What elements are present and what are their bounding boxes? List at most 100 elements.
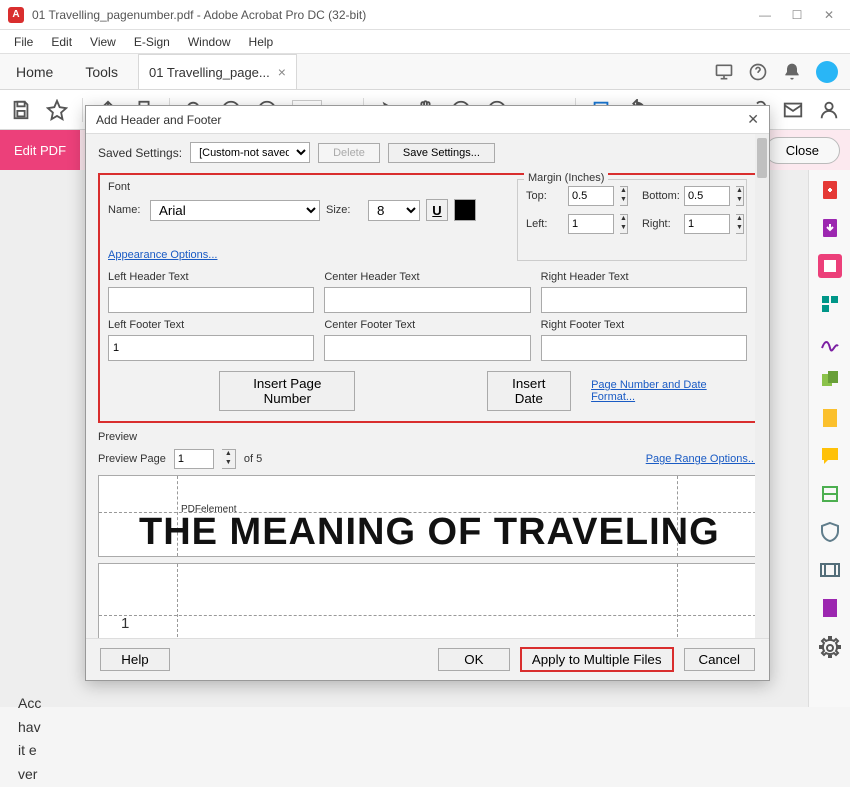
export-pdf-icon[interactable] [818,216,842,240]
edit-pdf-icon[interactable] [818,254,842,278]
font-size-label: Size: [326,204,362,216]
left-header-input[interactable] [108,287,314,313]
margin-right-label: Right: [642,218,678,230]
margin-left-input[interactable] [568,214,614,234]
margin-top-spinner[interactable]: ▲▼ [620,186,628,206]
protect-icon[interactable] [818,520,842,544]
tab-close-icon[interactable]: × [278,64,286,80]
compress-icon[interactable] [818,406,842,430]
account-icon[interactable] [818,99,840,121]
font-section-title: Font [108,181,497,193]
saved-settings-select[interactable]: [Custom-not saved] [190,142,310,163]
font-name-label: Name: [108,204,144,216]
title-bar: A 01 Travelling_pagenumber.pdf - Adobe A… [0,0,850,30]
right-footer-label: Right Footer Text [541,319,747,331]
left-header-label: Left Header Text [108,271,314,283]
preview-page-spinner[interactable]: ▲▼ [222,449,236,469]
apply-multiple-button[interactable]: Apply to Multiple Files [520,647,674,672]
appearance-options-link[interactable]: Appearance Options... [108,249,217,261]
create-pdf-icon[interactable] [818,178,842,202]
ok-button[interactable]: OK [438,648,510,671]
star-icon[interactable] [46,99,68,121]
insert-page-number-button[interactable]: Insert Page Number [219,371,355,411]
center-header-input[interactable] [324,287,530,313]
margin-right-spinner[interactable]: ▲▼ [736,214,744,234]
scan-icon[interactable] [818,482,842,506]
margin-right-input[interactable] [684,214,730,234]
user-avatar[interactable] [816,61,838,83]
delete-button[interactable]: Delete [318,143,380,163]
right-footer-input[interactable] [541,335,747,361]
bell-icon[interactable] [782,62,802,82]
close-edit-button[interactable]: Close [765,137,840,164]
close-window-button[interactable]: ✕ [822,8,836,22]
tab-home[interactable]: Home [0,54,69,89]
tab-document[interactable]: 01 Travelling_page... × [138,54,297,89]
sign-icon[interactable] [818,330,842,354]
video-icon[interactable] [818,558,842,582]
menu-help[interactable]: Help [241,32,282,52]
screen-icon[interactable] [714,62,734,82]
margin-section-title: Margin (Inches) [524,172,608,184]
menu-file[interactable]: File [6,32,41,52]
scrollbar-thumb[interactable] [757,138,767,178]
menu-bar: File Edit View E-Sign Window Help [0,30,850,54]
document-text-fragment: Acc hav it e ver [18,692,358,707]
save-icon[interactable] [10,99,32,121]
underline-button[interactable]: U [426,199,448,221]
dialog-titlebar: Add Header and Footer ✕ [86,106,769,134]
right-tools-sidebar [808,170,850,707]
preview-title: Preview [98,431,757,443]
footer-preview: 1 [98,563,757,638]
margin-left-spinner[interactable]: ▲▼ [620,214,628,234]
right-header-label: Right Header Text [541,271,747,283]
margin-bottom-input[interactable] [684,186,730,206]
mail-icon[interactable] [782,99,804,121]
margin-left-label: Left: [526,218,562,230]
left-footer-label: Left Footer Text [108,319,314,331]
dialog-close-button[interactable]: ✕ [747,111,759,128]
more-tools-icon[interactable] [818,634,842,658]
font-color-button[interactable] [454,199,476,221]
insert-date-button[interactable]: Insert Date [487,371,572,411]
menu-esign[interactable]: E-Sign [126,32,178,52]
dialog-body: Saved Settings: [Custom-not saved] Delet… [86,134,769,638]
margin-top-input[interactable] [568,186,614,206]
margin-bottom-label: Bottom: [642,190,678,202]
preview-headline: THE MEANING OF TRAVELING [139,511,746,554]
right-header-input[interactable] [541,287,747,313]
edit-pdf-label: Edit PDF [0,130,80,170]
dialog-scrollbar[interactable] [755,134,769,638]
save-settings-button[interactable]: Save Settings... [388,143,495,163]
margin-bottom-spinner[interactable]: ▲▼ [736,186,744,206]
header-footer-dialog: Add Header and Footer ✕ Saved Settings: … [85,105,770,681]
dialog-footer: Help OK Apply to Multiple Files Cancel [86,638,769,680]
preview-page-input[interactable] [174,449,214,469]
preview-footer-number: 1 [121,615,129,632]
redact-icon[interactable] [818,596,842,620]
tab-document-label: 01 Travelling_page... [149,65,270,80]
window-title: 01 Travelling_pagenumber.pdf - Adobe Acr… [32,8,758,22]
preview-page-label: Preview Page [98,453,166,465]
maximize-button[interactable]: ☐ [790,8,804,22]
menu-window[interactable]: Window [180,32,239,52]
cancel-button[interactable]: Cancel [684,648,756,671]
font-size-select[interactable]: 8 [368,200,420,221]
left-footer-input[interactable] [108,335,314,361]
dialog-title: Add Header and Footer [96,113,221,127]
help-button[interactable]: Help [100,648,170,671]
help-icon[interactable] [748,62,768,82]
comment-icon[interactable] [818,444,842,468]
center-footer-input[interactable] [324,335,530,361]
organize-icon[interactable] [818,292,842,316]
margin-top-label: Top: [526,190,562,202]
minimize-button[interactable]: — [758,8,772,22]
combine-icon[interactable] [818,368,842,392]
menu-view[interactable]: View [82,32,124,52]
font-name-select[interactable]: Arial [150,200,320,221]
menu-edit[interactable]: Edit [43,32,80,52]
page-number-date-format-link[interactable]: Page Number and Date Format... [591,379,747,403]
page-range-options-link[interactable]: Page Range Options... [646,453,757,465]
center-header-label: Center Header Text [324,271,530,283]
tab-tools[interactable]: Tools [69,54,134,89]
